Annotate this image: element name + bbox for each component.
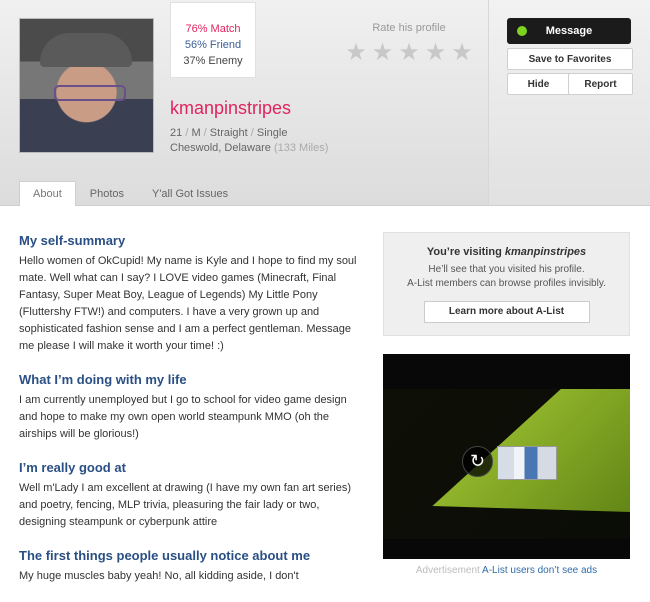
first-notice-heading: The first things people usually notice a… [19,548,311,563]
self-summary-text: Hello women of OkCupid! My name is Kyle … [19,255,357,352]
doing-with-life-heading: What I’m doing with my life [19,372,187,387]
tab-about[interactable]: About [19,181,76,206]
doing-with-life-section: What I’m doing with my life I am current… [19,372,364,443]
learn-more-alist-button[interactable]: Learn more about A-List [423,301,590,323]
distance: (133 Miles) [273,142,329,154]
ad-label: Advertisement [415,565,480,576]
orientation: Straight [209,127,248,139]
ad-thumbnail[interactable] [497,446,557,480]
friend-percent: 56% Friend [184,39,242,51]
star-icon[interactable]: ★ [398,41,420,65]
message-button[interactable]: Message [507,18,631,44]
first-notice-text: My huge muscles baby yeah! No, all kiddi… [19,570,299,582]
visit-line-1: He’ll see that you visited his profile. [428,264,585,275]
report-button[interactable]: Report [568,73,633,95]
visit-notice-box: You’re visiting kmanpinstripes He’ll see… [383,232,630,336]
tab-photos[interactable]: Photos [76,181,138,206]
star-icon[interactable]: ★ [451,41,473,65]
self-summary-section: My self-summary Hello women of OkCupid! … [19,233,364,355]
match-percentages: 76% Match 56% Friend 37% Enemy [170,2,256,78]
self-summary-heading: My self-summary [19,233,126,248]
profile-header: 76% Match 56% Friend 37% Enemy kmanpinst… [0,0,650,206]
profile-essay-content: My self-summary Hello women of OkCupid! … [19,233,364,602]
rating-label: Rate his profile [372,22,446,34]
replay-icon[interactable]: ↻ [462,446,493,477]
doing-with-life-text: I am currently unemployed but I go to sc… [19,394,347,440]
relationship-status: Single [256,127,288,139]
hide-button[interactable]: Hide [507,73,570,95]
message-label: Message [545,25,593,37]
first-notice-section: The first things people usually notice a… [19,548,364,585]
visit-title-prefix: You’re visiting [426,246,505,258]
save-to-favorites-button[interactable]: Save to Favorites [507,48,633,70]
visit-line-2: A-List members can browse profiles invis… [407,278,606,289]
star-icon[interactable]: ★ [372,41,394,65]
profile-details: 21 / M / Straight / Single Cheswold, Del… [170,127,329,154]
ad-note: Advertisement A-List users don’t see ads [383,565,630,576]
visit-title: You’re visiting kmanpinstripes [384,245,629,259]
rating-stars: ★ ★ ★ ★ ★ [344,41,474,65]
enemy-percent: 37% Enemy [183,55,243,67]
match-percent: 76% Match [185,23,241,35]
profile-username: kmanpinstripes [170,98,292,118]
tab-yall-got-issues[interactable]: Y'all Got Issues [138,181,242,206]
good-at-text: Well m'Lady I am excellent at drawing (I… [19,482,352,528]
good-at-section: I’m really good at Well m'Lady I am exce… [19,460,364,531]
profile-sidebar: You’re visiting kmanpinstripes He’ll see… [383,232,630,576]
avatar-glasses-shape [54,85,126,101]
star-icon[interactable]: ★ [345,41,367,65]
good-at-heading: I’m really good at [19,460,126,475]
profile-rating: Rate his profile ★ ★ ★ ★ ★ [344,22,474,65]
alist-ad-free-link[interactable]: A-List users don’t see ads [482,565,597,576]
location: Cheswold, Delaware [170,142,271,154]
profile-avatar[interactable] [19,18,154,153]
profile-actions: Message Save to Favorites Hide Report [488,0,650,205]
gender: M [191,127,201,139]
age: 21 [170,127,183,139]
profile-tabs: About Photos Y'all Got Issues [19,181,242,206]
online-indicator-icon [517,26,527,36]
star-icon[interactable]: ★ [425,41,447,65]
visit-title-name: kmanpinstripes [504,246,587,258]
advertisement-video[interactable]: ↻ [383,354,630,559]
avatar-hat-shape [40,33,132,67]
